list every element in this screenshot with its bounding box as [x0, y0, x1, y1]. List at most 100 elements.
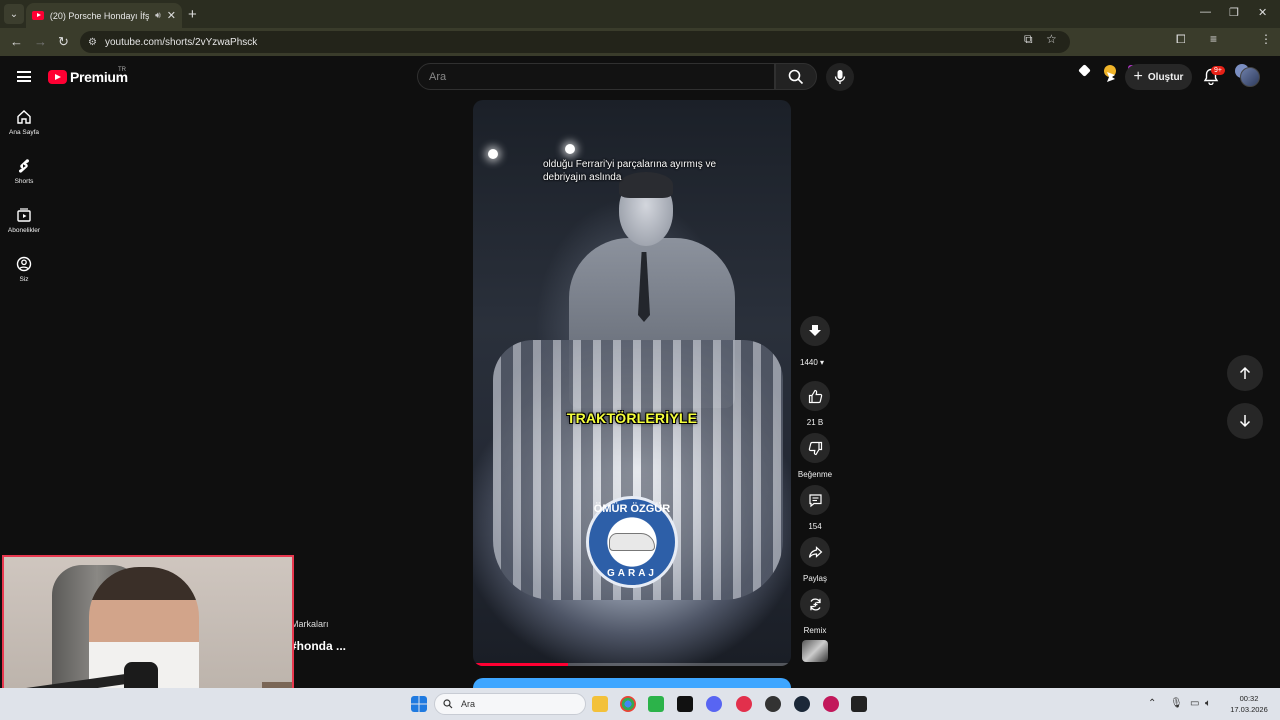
browser-toolbar: ← → ↻ ⚙ youtube.com/shorts/2vYzwaPhsck ⧉… [0, 28, 1280, 78]
audio-source-thumbnail[interactable] [802, 640, 828, 662]
tradingview-icon[interactable] [677, 696, 693, 712]
new-tab-button[interactable]: + [188, 6, 197, 23]
file-explorer-icon[interactable] [592, 696, 608, 712]
browser-tab[interactable]: (20) Porsche Hondayı İfşa Et 🔊︎ ✕ [26, 3, 182, 28]
youtube-premium-logo[interactable]: Premium [48, 69, 128, 85]
youtube-header: Premium TR Ara + Oluştur 9+ [0, 56, 1280, 98]
channel-watermark-logo: ÖMÜR ÖZGÜR GARAJ [586, 496, 678, 588]
close-window-icon[interactable]: ✕ [1258, 6, 1267, 19]
url-text: youtube.com/shorts/2vYzwaPhsck [104, 36, 258, 48]
clock-time: 00:32 [1239, 694, 1259, 703]
like-count: 21 B [806, 418, 824, 427]
spreadsheet-app-icon[interactable] [648, 696, 664, 712]
previous-short-button[interactable] [1227, 355, 1263, 391]
like-button-circle [800, 381, 830, 411]
comment-icon [808, 493, 822, 507]
tray-overflow-icon[interactable]: ⌃ [1148, 698, 1156, 709]
clock-date: 17.03.2026 [1230, 705, 1268, 714]
youtube-favicon-icon [32, 11, 44, 20]
create-button[interactable]: + Oluştur [1125, 64, 1192, 90]
speaker-icon[interactable]: 🔊︎ [155, 10, 161, 21]
like-button[interactable]: 21 B [797, 381, 833, 427]
subscriptions-icon [17, 208, 31, 222]
media-player-icon[interactable] [736, 696, 752, 712]
search-button[interactable] [775, 63, 817, 90]
install-app-icon[interactable]: ⧉ [1024, 32, 1033, 47]
sidebar-item-label: Ana Sayfa [9, 129, 39, 136]
quality-selector[interactable]: 1440 ▾ [800, 358, 824, 367]
app-target-icon[interactable] [823, 696, 839, 712]
microphone-icon [834, 70, 846, 84]
windows-start-icon[interactable] [411, 696, 427, 712]
dropdown-caret-icon: ▾ [820, 358, 825, 367]
share-button[interactable]: Paylaş [797, 537, 833, 583]
back-icon[interactable]: ← [10, 34, 23, 49]
discord-icon[interactable] [706, 696, 722, 712]
download-button[interactable] [797, 316, 833, 346]
dislike-button[interactable]: Beğenme [797, 433, 833, 479]
epic-games-icon[interactable] [851, 696, 867, 712]
remix-icon [809, 597, 821, 611]
sidebar-item-you[interactable]: Siz [0, 256, 48, 283]
site-info-icon[interactable]: ⚙ [88, 37, 97, 48]
voice-search-button[interactable] [826, 63, 854, 91]
restore-icon[interactable]: ❐ [1229, 6, 1239, 19]
obs-icon[interactable] [765, 696, 781, 712]
sidebar-item-shorts[interactable]: Shorts [0, 158, 48, 185]
video-title-partial[interactable]: #honda ... [290, 639, 346, 653]
share-button-circle [800, 537, 830, 567]
thumbs-down-icon [808, 441, 822, 455]
sidebar-item-home[interactable]: Ana Sayfa [0, 109, 48, 136]
download-button-circle [800, 316, 830, 346]
lamp-light [565, 144, 575, 154]
youtube-logo-icon [48, 70, 67, 84]
account-avatar[interactable] [1240, 67, 1260, 87]
sidebar-item-subscriptions[interactable]: Abonelikler [0, 207, 48, 234]
tab-search-button[interactable]: ⌄ [4, 4, 24, 24]
search-icon [443, 699, 453, 709]
address-bar[interactable]: ⚙ youtube.com/shorts/2vYzwaPhsck [80, 31, 1070, 53]
search-input[interactable]: Ara [417, 63, 775, 90]
bookmark-star-icon[interactable]: ☆ [1046, 32, 1057, 46]
steam-icon[interactable] [794, 696, 810, 712]
short-video-player[interactable]: olduğu Ferrari'yi parçalarına ayırmış ve… [473, 100, 791, 666]
plus-icon: + [1133, 68, 1143, 85]
dislike-button-circle [800, 433, 830, 463]
remix-button[interactable]: Remix [797, 589, 833, 635]
comments-button-circle [800, 485, 830, 515]
taskbar-search[interactable]: Ara [434, 693, 586, 715]
browser-menu-icon[interactable]: ⋮ [1260, 32, 1272, 46]
remix-button-circle [800, 589, 830, 619]
system-clock[interactable]: 00:32 17.03.2026 [1222, 693, 1276, 715]
tray-network-icon[interactable]: ▭ [1190, 698, 1199, 709]
search-placeholder: Ara [429, 70, 447, 83]
tray-volume-icon[interactable]: 🔈︎ [1205, 698, 1211, 709]
chrome-icon[interactable] [620, 696, 636, 712]
extensions-puzzle-icon[interactable]: ⧠ [1176, 32, 1186, 47]
comments-button[interactable]: 154 [797, 485, 833, 531]
reload-icon[interactable]: ↻ [58, 34, 69, 50]
tab-title: (20) Porsche Hondayı İfşa Et [49, 10, 150, 21]
create-shorts-icon[interactable] [1104, 70, 1118, 84]
video-subtitle-highlight: TRAKTÖRLERİYLE [566, 410, 698, 426]
video-progress-bar[interactable] [473, 663, 791, 666]
channel-name-partial: Markaları [291, 619, 329, 629]
video-caption: olduğu Ferrari'yi parçalarına ayırmış ve… [543, 159, 717, 183]
share-label: Paylaş [802, 574, 827, 583]
forward-icon[interactable]: → [34, 34, 47, 49]
close-tab-icon[interactable]: ✕ [167, 9, 176, 22]
next-short-button[interactable] [1227, 403, 1263, 439]
menu-icon[interactable] [17, 71, 31, 82]
lamp-light [488, 149, 498, 159]
share-icon [808, 545, 822, 558]
sidebar-item-label: Shorts [14, 178, 34, 185]
sidebar-item-label: Abonelikler [7, 227, 41, 234]
tray-mic-icon[interactable]: 🎙︎ [1170, 698, 1183, 709]
account-icon [16, 256, 32, 272]
region-code: TR [118, 67, 126, 73]
media-control-icon[interactable]: ≡ [1210, 32, 1217, 46]
home-icon [17, 110, 31, 124]
minimize-icon[interactable]: — [1200, 6, 1211, 18]
browser-tab-bar: ⌄ (20) Porsche Hondayı İfşa Et 🔊︎ ✕ + — … [0, 0, 1280, 28]
windows-taskbar: Ara ⌃ 🎙︎ ▭ 🔈︎ 00:32 17.03.2026 [0, 688, 1280, 720]
